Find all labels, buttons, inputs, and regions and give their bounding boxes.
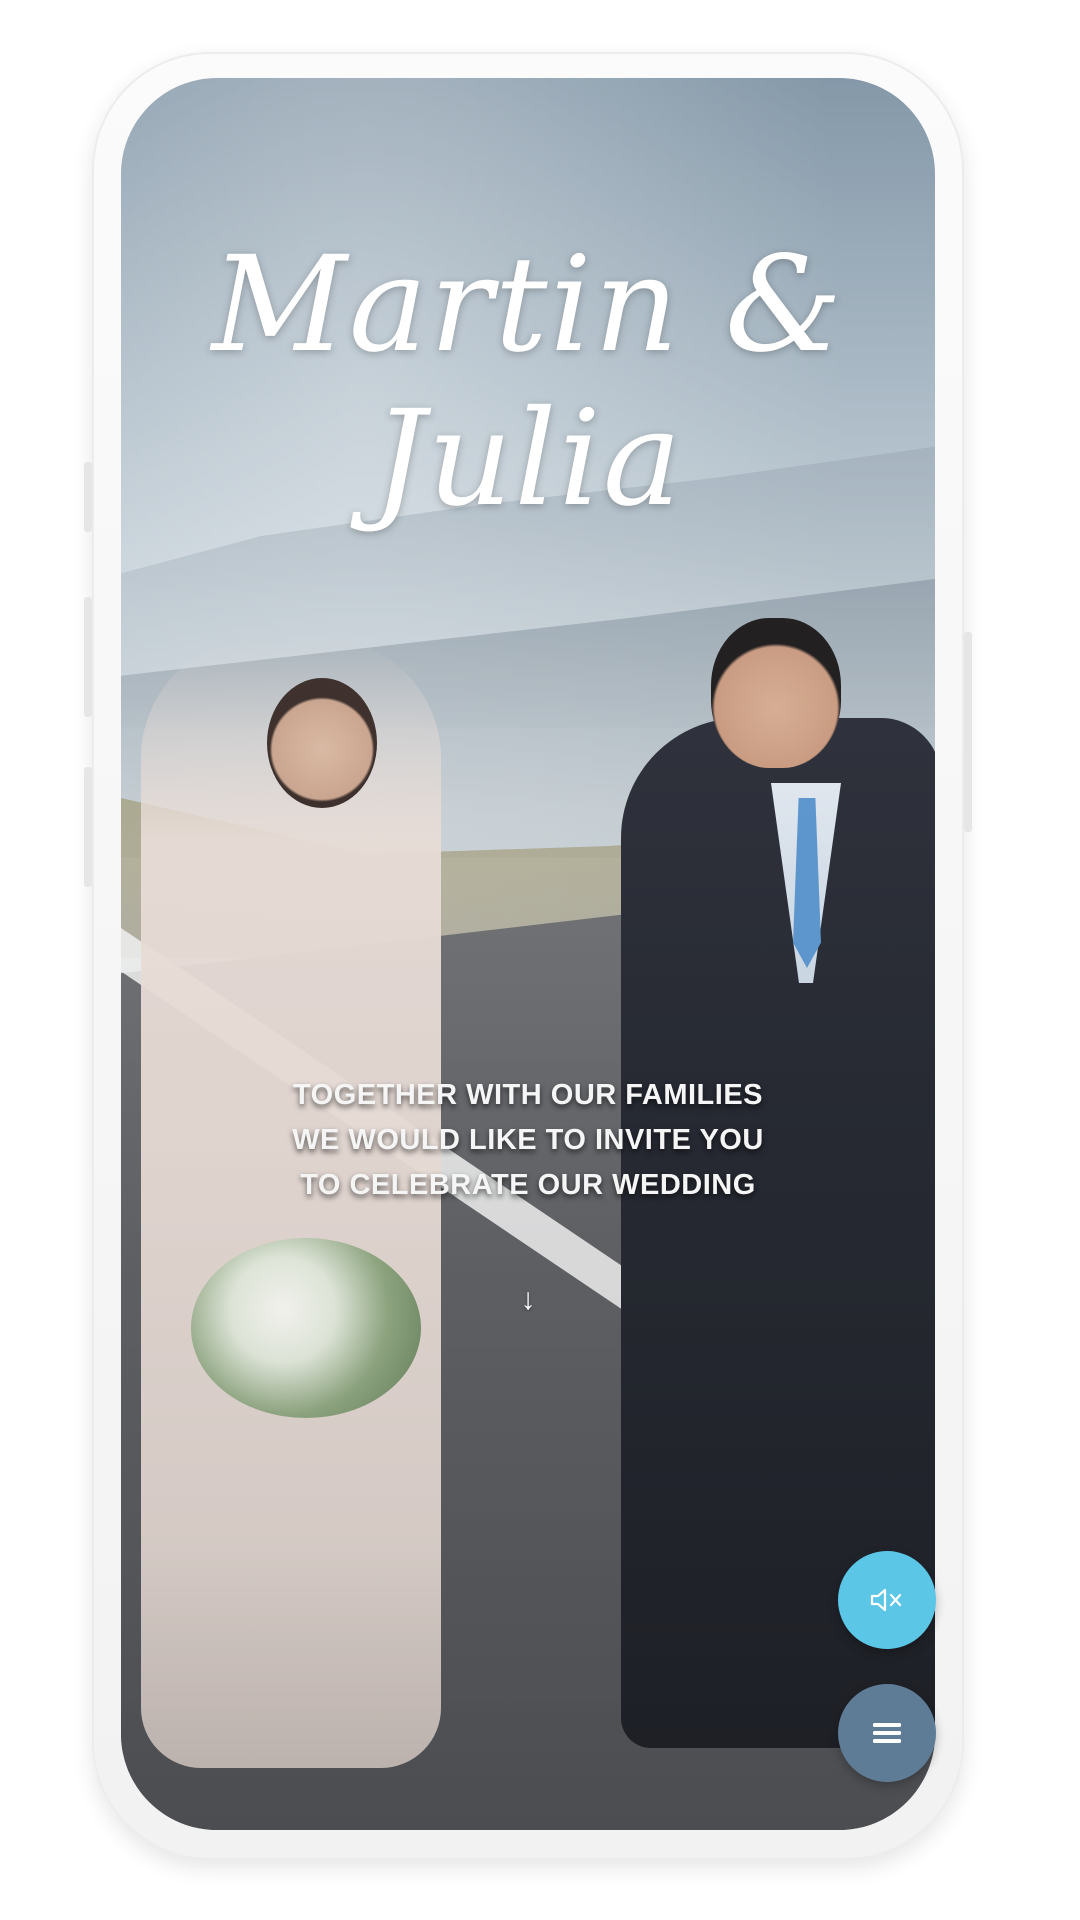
couple-names-title: Martin & Julia xyxy=(211,228,845,536)
arrow-down-icon[interactable]: ↓ xyxy=(513,1280,543,1320)
invitation-text: TOGETHER WITH OUR FAMILIES WE WOULD LIKE… xyxy=(121,1073,935,1208)
invitation-line-1: TOGETHER WITH OUR FAMILIES xyxy=(292,1079,764,1111)
mute-button[interactable] xyxy=(838,1551,936,1649)
menu-button[interactable] xyxy=(838,1684,936,1782)
phone-frame: Martin & Julia TOGETHER WITH OUR FAMILIE… xyxy=(84,52,972,1860)
invitation-line-3: TO CELEBRATE OUR WEDDING xyxy=(300,1169,756,1201)
hamburger-menu-icon xyxy=(873,1723,901,1743)
invitation-line-2: WE WOULD LIKE TO INVITE YOU xyxy=(292,1124,764,1156)
side-button xyxy=(964,632,972,832)
side-button xyxy=(84,597,92,717)
page: Martin & Julia TOGETHER WITH OUR FAMILIE… xyxy=(0,0,1080,1920)
side-button xyxy=(84,767,92,887)
speaker-muted-icon xyxy=(870,1588,902,1612)
screen: Martin & Julia TOGETHER WITH OUR FAMILIE… xyxy=(121,78,935,1830)
side-button xyxy=(84,462,92,532)
